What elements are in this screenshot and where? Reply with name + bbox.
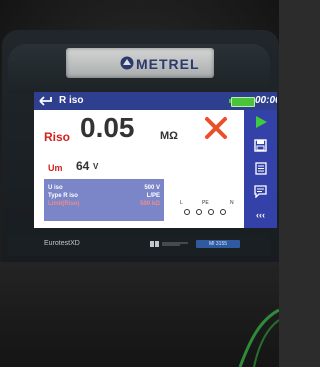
param-value: 500 kΩ [140, 201, 160, 207]
param-row: Type R iso L/PE [48, 193, 160, 199]
list-icon [254, 161, 267, 175]
screen-header: R iso 00:06 [34, 92, 277, 110]
comment-button[interactable] [248, 181, 273, 201]
clock: 00:06 [255, 95, 277, 106]
param-name: Limit(Riso) [48, 201, 80, 207]
save-icon [254, 138, 267, 152]
metrel-logo-icon [120, 56, 134, 70]
um-label: Um [48, 163, 63, 173]
result-unit: MΩ [160, 130, 178, 142]
terminal-dot [184, 209, 190, 215]
result-value: 0.05 [80, 112, 135, 143]
comment-icon [254, 184, 267, 198]
logo-text: METREL [136, 56, 200, 72]
param-row: U iso 500 V [48, 185, 160, 191]
back-arrow-icon[interactable] [38, 94, 54, 108]
action-sidebar: ‹‹‹ [244, 110, 277, 228]
connection-diagram: L PE N [178, 200, 240, 220]
more-options-button[interactable]: ‹‹‹ [248, 205, 273, 225]
save-button[interactable] [248, 135, 273, 155]
battery-icon [231, 97, 255, 107]
param-value: 500 V [144, 185, 160, 191]
terminal-label: PE [202, 200, 209, 206]
um-value: 64 [76, 159, 90, 173]
terminal-label: N [230, 200, 234, 206]
more-icon: ‹‹‹ [256, 210, 265, 220]
screen-title: R iso [59, 95, 84, 106]
cable-icon [238, 308, 279, 367]
result-label: Riso [44, 130, 71, 144]
terminal-label: L [180, 200, 183, 206]
terminal-dot [208, 209, 214, 215]
play-icon [255, 116, 267, 128]
mini-logo-icon [150, 241, 188, 247]
param-row-limit: Limit(Riso) 500 kΩ [48, 201, 160, 207]
device-photo: METREL R iso 00:06 Riso 0.05 MΩ Um 64 V … [0, 0, 279, 367]
param-value: L/PE [146, 193, 160, 199]
param-name: U iso [48, 185, 63, 191]
um-unit: V [93, 162, 99, 171]
fail-x-icon [205, 117, 227, 139]
terminal-dot [220, 209, 226, 215]
param-name: Type R iso [48, 193, 78, 199]
list-button[interactable] [248, 158, 273, 178]
parameters-panel[interactable]: U iso 500 V Type R iso L/PE Limit(Riso) … [44, 179, 164, 221]
device-screen: R iso 00:06 Riso 0.05 MΩ Um 64 V U iso 5… [34, 92, 277, 228]
start-test-button[interactable] [248, 112, 273, 132]
brand-label: EurotestXD [44, 240, 80, 247]
model-badge: MI 3155 [196, 240, 240, 248]
terminal-dot [196, 209, 202, 215]
